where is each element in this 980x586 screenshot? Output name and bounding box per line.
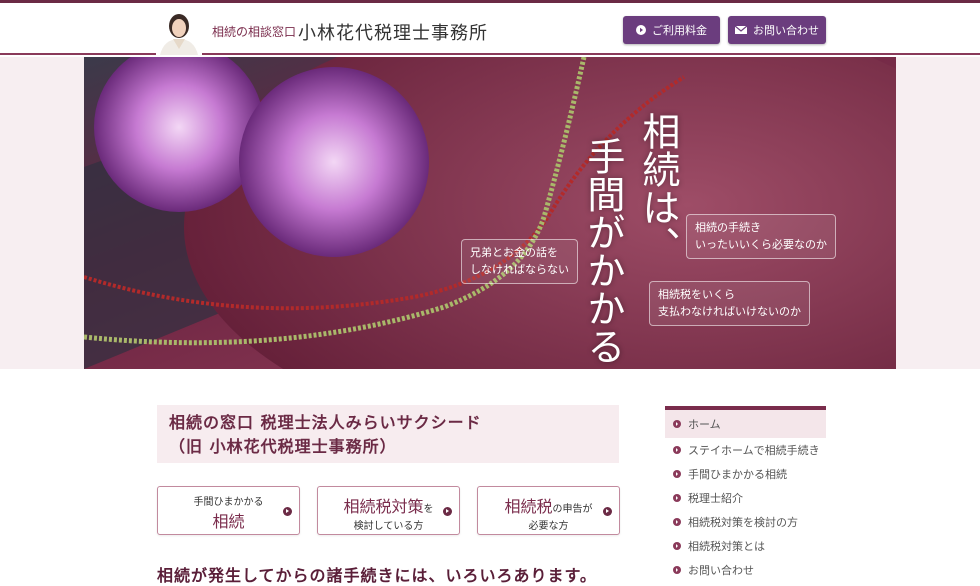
card-big-label: 相続税対策 [343,497,424,516]
hero-title-col1: 相続は、 [635,112,680,264]
sidebar-item-label: ステイホームで相続手続き [688,444,820,457]
avatar [156,9,202,55]
hero-bubble-procedure-cost: 相続の手続き いったいいくら必要なのか [686,214,836,259]
sidebar-item-tax-what[interactable]: 相続税対策とは [665,534,826,558]
card-small-top: 手間ひまかかる [193,497,264,508]
sidebar-item-label: 手間ひまかかる相続 [688,468,787,481]
hero-bubble-tax-amount: 相続税をいくら 支払わなければいけないのか [649,281,810,326]
card-small-inline: を [423,504,434,515]
sidebar-item-stay-home[interactable]: ステイホームで相続手続き [665,438,826,462]
arrow-circle-icon [673,566,681,574]
arrow-circle-icon [673,420,681,428]
arrow-circle-icon [673,446,681,454]
sidebar-item-label: 税理士紹介 [688,492,743,505]
card-button-tax-planning[interactable]: 相続税対策を 検討している方 [317,486,460,535]
arrow-circle-icon [673,470,681,478]
envelope-icon [735,25,747,34]
office-name-line1: 相続の窓口 税理士法人みらいサクシード [169,413,482,432]
brand-title[interactable]: 小林花代税理士事務所 [298,19,488,45]
sidebar-item-label: 相続税対策を検討の方 [688,516,798,529]
card-button-troublesome-inheritance[interactable]: 手間ひまかかる 相続 [157,486,300,535]
arrow-circle-icon [443,507,452,516]
fees-button[interactable]: ご利用料金 [623,16,720,44]
card-button-tax-filing[interactable]: 相続税の申告が 必要な方 [477,486,620,535]
contact-button-label: お問い合わせ [753,24,819,37]
sidebar-item-troublesome[interactable]: 手間ひまかかる相続 [665,462,826,486]
sidebar-item-accountant[interactable]: 税理士紹介 [665,486,826,510]
sidebar-item-tax-planning[interactable]: 相続税対策を検討の方 [665,510,826,534]
arrow-circle-icon [283,507,292,516]
sidebar-item-contact[interactable]: お問い合わせ [665,558,826,582]
card-small-bottom: 検討している方 [353,521,424,532]
section-lead-heading: 相続が発生してからの諸手続きには、いろいろあります。 [157,566,597,585]
sidebar-nav: ホーム ステイホームで相続手続き 手間ひまかかる相続 税理士紹介 相続税対策を検… [665,406,826,582]
brand-subtitle: 相続の相談窓口 [212,25,297,39]
sidebar-item-home[interactable]: ホーム [665,410,826,438]
hero-bubble-siblings: 兄弟とお金の話を しなければならない [461,239,578,284]
card-big-label: 相続税 [504,497,553,516]
arrow-circle-icon [673,542,681,550]
sidebar-item-label: 相続税対策とは [688,540,765,553]
card-small-bottom: 必要な方 [528,521,569,532]
play-circle-icon [636,25,646,35]
site-header: 相続の相談窓口 小林花代税理士事務所 ご利用料金 お問い合わせ [0,3,980,55]
card-big-label: 相続 [212,512,245,531]
card-small-inline: の申告が [552,504,593,515]
office-name-line2: （旧 小林花代税理士事務所） [169,437,397,456]
arrow-circle-icon [673,494,681,502]
fees-button-label: ご利用料金 [652,24,707,37]
hero-banner: 相続は、 手間がかかる 兄弟とお金の話を しなければならない 相続の手続き いっ… [84,57,896,369]
office-name-box: 相続の窓口 税理士法人みらいサクシード （旧 小林花代税理士事務所） [157,405,619,463]
arrow-circle-icon [603,507,612,516]
arrow-circle-icon [673,518,681,526]
sidebar-item-label: お問い合わせ [688,564,754,577]
sidebar-item-label: ホーム [688,418,721,431]
contact-button[interactable]: お問い合わせ [728,16,826,44]
hero-title-col2: 手間がかかる [580,137,625,365]
